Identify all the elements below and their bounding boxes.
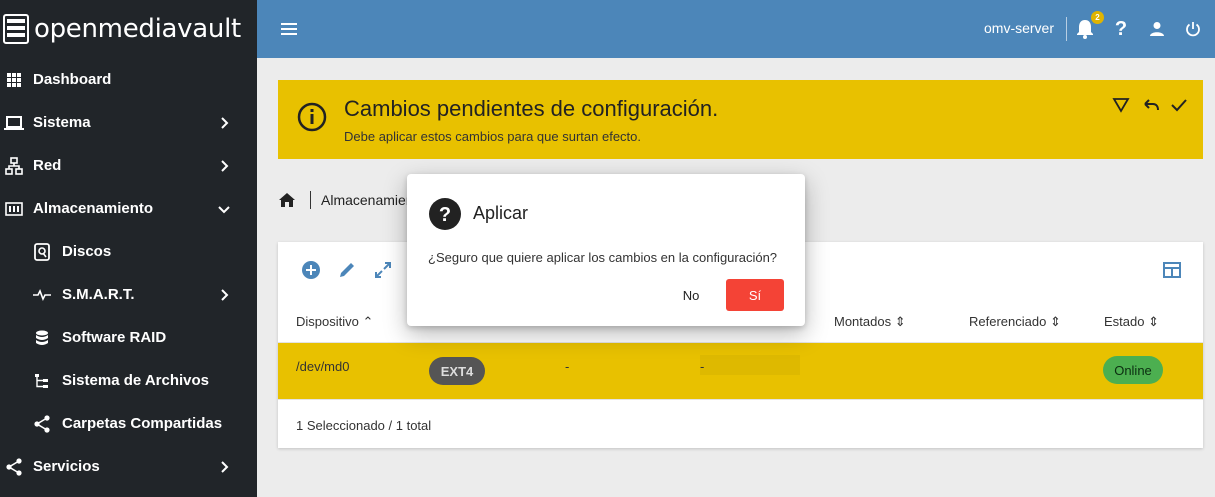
sidebar-item-label: Red <box>33 157 62 174</box>
app-name: openmediavault <box>34 14 241 44</box>
laptop-icon <box>4 113 24 133</box>
dialog-title: Aplicar <box>473 203 529 223</box>
sidebar-item-carpetas-compartidas[interactable]: Carpetas Compartidas <box>0 402 257 445</box>
chevron-down-icon <box>218 205 230 213</box>
sidebar-item-sistema[interactable]: Sistema <box>0 101 257 144</box>
sidebar: openmediavault Dashboard Sistema Red Alm… <box>0 0 257 497</box>
svg-text:?: ? <box>439 204 451 226</box>
heartbeat-icon <box>32 285 52 305</box>
sidebar-item-label: Servicios <box>33 458 100 475</box>
sidebar-item-label: Sistema de Archivos <box>62 372 210 389</box>
sidebar-item-discos[interactable]: Discos <box>0 230 257 273</box>
sidebar-item-label: Sistema <box>33 114 91 131</box>
sidebar-item-smart[interactable]: S.M.A.R.T. <box>0 273 257 316</box>
help-icon[interactable]: ? <box>1110 18 1132 40</box>
harddisk-icon <box>32 242 52 262</box>
menu-icon[interactable] <box>279 21 299 37</box>
chevron-right-icon <box>221 159 229 172</box>
sidebar-item-label: Carpetas Compartidas <box>62 415 223 432</box>
app-logo[interactable]: openmediavault <box>0 0 257 58</box>
sidebar-item-label: S.M.A.R.T. <box>62 286 135 303</box>
sidebar-item-software-raid[interactable]: Software RAID <box>0 316 257 359</box>
chevron-right-icon <box>221 288 229 301</box>
server-logo-icon <box>3 14 29 44</box>
no-button[interactable]: No <box>667 279 715 311</box>
apply-confirm-dialog: ? Aplicar ¿Seguro que quiere aplicar los… <box>407 174 805 326</box>
user-icon[interactable] <box>1146 18 1168 40</box>
server-name: omv-server <box>984 20 1055 36</box>
sidebar-item-sistema-de-archivos[interactable]: Sistema de Archivos <box>0 359 257 402</box>
chevron-right-icon <box>221 116 229 129</box>
file-tree-icon <box>32 371 52 391</box>
sidebar-item-label: Dashboard <box>33 71 112 88</box>
sidebar-item-label: Almacenamiento <box>33 200 154 217</box>
sidebar-item-label: Discos <box>62 243 112 260</box>
sidebar-item-servicios[interactable]: Servicios <box>0 445 257 488</box>
sidebar-item-almacenamiento[interactable]: Almacenamiento <box>0 187 257 230</box>
topbar-divider <box>1066 17 1067 41</box>
notification-badge: 2 <box>1091 11 1104 24</box>
grid-icon <box>4 70 24 90</box>
yes-button[interactable]: Sí <box>726 279 784 311</box>
help-circle-icon: ? <box>429 198 461 230</box>
power-icon[interactable] <box>1182 18 1204 40</box>
share-icon <box>32 414 52 434</box>
top-bar: omv-server 2 ? <box>257 0 1215 58</box>
database-icon <box>32 328 52 348</box>
sidebar-item-dashboard[interactable]: Dashboard <box>0 58 257 101</box>
share-icon <box>4 457 24 477</box>
sidebar-item-red[interactable]: Red <box>0 144 257 187</box>
network-icon <box>4 156 24 176</box>
chevron-right-icon <box>221 460 229 473</box>
sidebar-item-label: Software RAID <box>62 329 167 346</box>
storage-icon <box>4 199 24 219</box>
dialog-message: ¿Seguro que quiere aplicar los cambios e… <box>428 250 778 265</box>
